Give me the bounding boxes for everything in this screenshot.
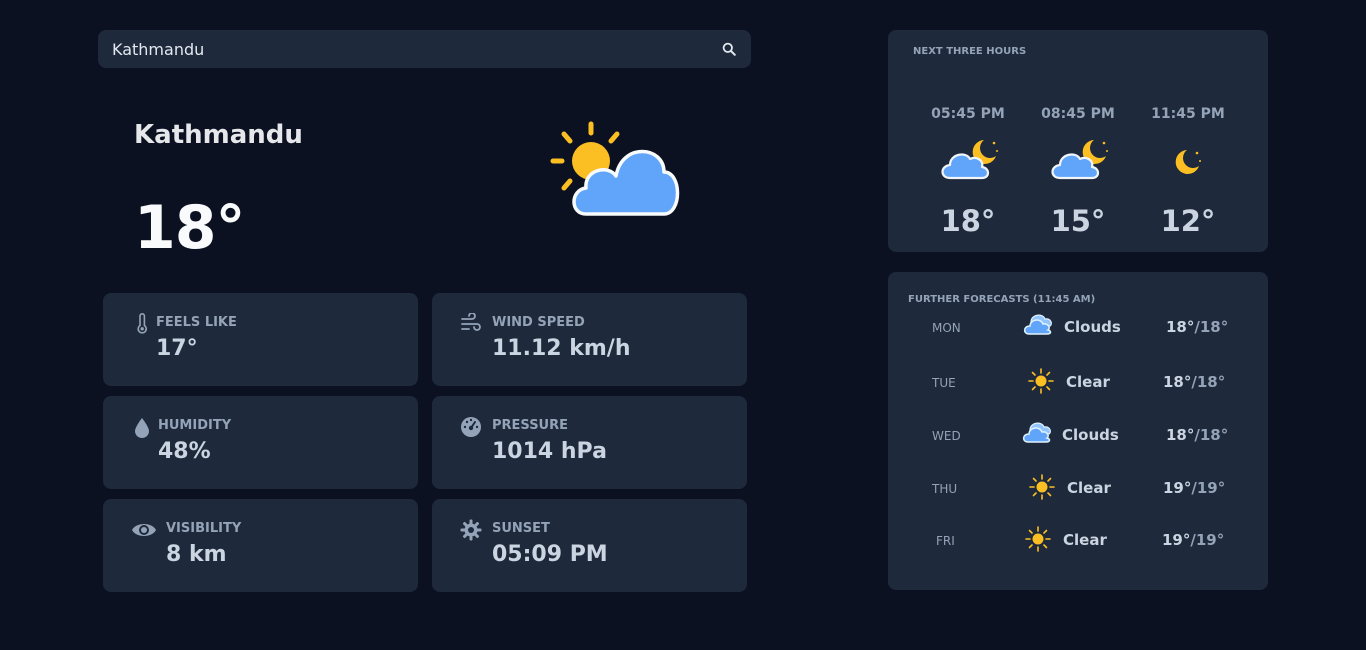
forecast-row: WED Clouds 18°/18° [888,420,1268,456]
forecast-day: TUE [932,376,956,390]
droplet-icon [135,418,149,438]
forecast-day: FRI [936,534,955,548]
wind-speed-value: 11.12 km/h [492,336,631,361]
card-wind-speed: WIND SPEED 11.12 km/h [432,293,747,386]
forecast-title: FURTHER FORECASTS (11:45 AM) [908,294,1096,305]
sunset-value: 05:09 PM [492,542,608,567]
humidity-value: 48% [158,439,211,464]
forecast-high: 18° [1166,426,1195,444]
next-hours-panel: NEXT THREE HOURS 05:45 PM 18° 08:45 PM 1… [888,30,1268,252]
hour-temperature: 15° [1050,204,1106,238]
forecast-row: MON Clouds 18°/18° [888,312,1268,348]
forecast-temps: 19°/19° [1162,531,1224,549]
feels-like-value: 17° [156,336,198,361]
search-bar [98,30,751,68]
humidity-label: HUMIDITY [158,418,232,433]
forecast-high: 18° [1166,318,1195,336]
forecast-row: THU Clear 19°/19° [888,473,1268,509]
forecast-low: /19° [1191,479,1226,497]
hour-temperature: 18° [940,204,996,238]
forecast-high: 18° [1163,373,1192,391]
pressure-value: 1014 hPa [492,439,607,464]
search-icon[interactable] [719,39,739,59]
card-humidity: HUMIDITY 48% [103,396,418,489]
hour-time: 11:45 PM [1151,106,1225,122]
forecast-low: /18° [1191,373,1226,391]
forecast-high: 19° [1162,531,1191,549]
forecast-row: TUE Clear 18°/18° [888,367,1268,403]
forecast-condition: Clouds [1064,318,1121,336]
sunset-label: SUNSET [492,521,550,536]
current-temperature: 18° [134,193,245,263]
visibility-value: 8 km [166,542,227,567]
forecast-temps: 19°/19° [1163,479,1225,497]
card-feels-like: FEELS LIKE 17° [103,293,418,386]
partly-cloudy-day-icon [550,121,680,216]
hour-item: 08:45 PM 15° [1023,106,1133,238]
clouds-icon [1022,422,1051,443]
card-pressure: PRESSURE 1014 hPa [432,396,747,489]
hour-temperature: 12° [1160,204,1216,238]
feels-like-label: FEELS LIKE [156,315,237,330]
pressure-label: PRESSURE [492,418,569,433]
eye-icon [132,524,156,536]
forecast-temps: 18°/18° [1166,318,1228,336]
forecast-temps: 18°/18° [1163,373,1225,391]
forecast-day: MON [932,321,961,335]
hour-item: 11:45 PM 12° [1133,106,1243,238]
forecast-low: /19° [1190,531,1225,549]
forecast-condition: Clouds [1062,426,1119,444]
forecast-panel: FURTHER FORECASTS (11:45 AM) MON Clouds … [888,272,1268,590]
city-name: Kathmandu [134,120,303,150]
forecast-condition: Clear [1067,479,1111,497]
forecast-condition: Clear [1066,373,1110,391]
search-input[interactable] [110,38,719,60]
sun-icon [1025,526,1051,552]
forecast-condition: Clear [1063,531,1107,549]
partly-cloudy-night-icon [941,140,998,180]
card-sunset: SUNSET 05:09 PM [432,499,747,592]
hour-time: 05:45 PM [931,106,1005,122]
visibility-label: VISIBILITY [166,521,242,536]
forecast-high: 19° [1163,479,1192,497]
sun-gear-icon [460,519,482,541]
thermometer-icon [137,313,147,334]
forecast-temps: 18°/18° [1166,426,1228,444]
forecast-day: THU [932,482,958,496]
sun-icon [1029,474,1055,500]
forecast-low: /18° [1194,426,1229,444]
forecast-low: /18° [1194,318,1229,336]
gauge-icon [461,417,481,437]
forecast-row: FRI Clear 19°/19° [888,525,1268,561]
forecast-day: WED [932,429,961,443]
next-hours-title: NEXT THREE HOURS [913,46,1027,57]
hour-time: 08:45 PM [1041,106,1115,122]
card-visibility: VISIBILITY 8 km [103,499,418,592]
clear-night-icon [1175,150,1201,174]
wind-speed-label: WIND SPEED [492,315,585,330]
clouds-icon [1023,314,1052,335]
partly-cloudy-night-icon [1051,140,1108,180]
hour-item: 05:45 PM 18° [913,106,1023,238]
sun-icon [1028,368,1054,394]
wind-icon [461,313,481,331]
